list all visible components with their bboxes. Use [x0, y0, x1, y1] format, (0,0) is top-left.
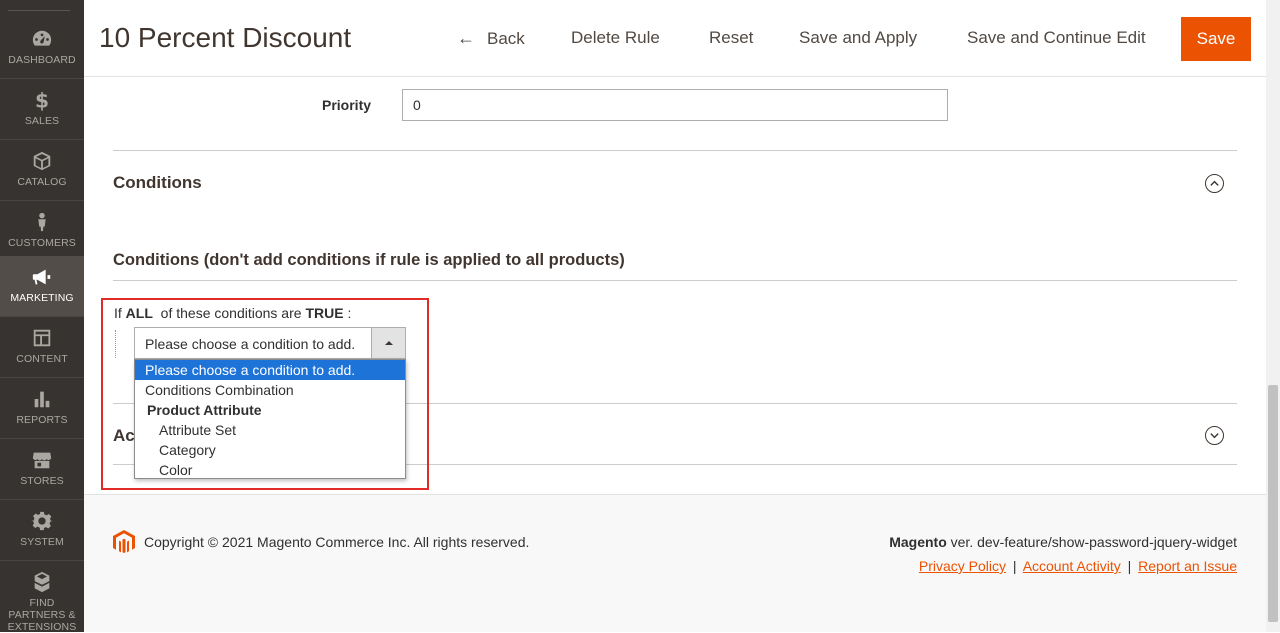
megaphone-icon [31, 266, 53, 288]
section-divider [113, 280, 1237, 281]
magento-logo-icon [113, 530, 135, 553]
back-button-label: Back [487, 28, 525, 48]
nav-label: CUSTOMERS [8, 237, 76, 249]
nav-label: CATALOG [17, 176, 67, 188]
gear-icon [31, 510, 53, 532]
dollar-icon: $ [31, 89, 53, 111]
nav-label: MARKETING [10, 292, 74, 304]
conditions-heading: Conditions (don't add conditions if rule… [113, 251, 625, 269]
nav-stores[interactable]: STORES [0, 439, 84, 500]
svg-text:$: $ [35, 89, 49, 111]
cube-icon [31, 150, 53, 172]
condition-option[interactable]: Color [135, 460, 405, 480]
arrow-left-icon: ← [457, 28, 475, 48]
nav-reports[interactable]: REPORTS [0, 378, 84, 439]
admin-sidebar: DASHBOARD $ SALES CATALOG CUSTOMERS MARK… [0, 0, 84, 633]
nav-marketing[interactable]: MARKETING [0, 256, 84, 317]
nav-label: SALES [24, 115, 60, 127]
version-text: Magento ver. dev-feature/show-password-j… [889, 534, 1237, 550]
layout-icon [31, 327, 53, 349]
nav-system[interactable]: SYSTEM [0, 500, 84, 561]
nav-catalog[interactable]: CATALOG [0, 140, 84, 201]
section-divider [113, 150, 1237, 151]
nav-label: STORES [20, 475, 64, 487]
priority-input[interactable] [402, 89, 948, 121]
condition-option[interactable]: Category [135, 440, 405, 460]
save-and-continue-button[interactable]: Save and Continue Edit [967, 28, 1146, 48]
nav-label: SYSTEM [20, 536, 64, 548]
page-header: 10 Percent Discount ← Back Delete Rule R… [84, 0, 1266, 77]
brand-name: Magento [889, 534, 947, 550]
footer-links: Privacy Policy | Account Activity | Repo… [919, 558, 1237, 574]
page-footer: Copyright © 2021 Magento Commerce Inc. A… [84, 494, 1266, 632]
scrollbar-thumb[interactable] [1268, 385, 1278, 622]
nav-label: CONTENT [16, 353, 68, 365]
copyright-text: Copyright © 2021 Magento Commerce Inc. A… [144, 534, 530, 550]
condition-option[interactable]: Please choose a condition to add. [135, 360, 405, 380]
person-icon [31, 211, 53, 233]
page-title: 10 Percent Discount [99, 22, 352, 53]
nav-customers[interactable]: CUSTOMERS [0, 201, 84, 262]
save-and-apply-button[interactable]: Save and Apply [799, 28, 917, 48]
link-separator: | [1127, 558, 1132, 574]
condition-option[interactable]: Conditions Combination [135, 380, 405, 400]
bar-chart-icon [31, 388, 53, 410]
save-button[interactable]: Save [1181, 17, 1251, 61]
condition-option[interactable]: Attribute Set [135, 420, 405, 440]
delete-rule-button[interactable]: Delete Rule [571, 28, 660, 48]
reset-button[interactable]: Reset [709, 28, 753, 48]
priority-label: Priority [322, 97, 372, 113]
dashboard-icon [31, 28, 53, 50]
store-icon [31, 449, 53, 471]
chevron-down-icon[interactable] [1205, 426, 1224, 445]
account-activity-link[interactable]: Account Activity [1023, 558, 1121, 574]
boxes-icon [31, 571, 53, 593]
nav-label: DASHBOARD [8, 54, 76, 66]
version-string: ver. dev-feature/show-password-jquery-wi… [946, 534, 1237, 550]
link-separator: | [1012, 558, 1017, 574]
back-button[interactable]: ← Back [457, 28, 525, 49]
condition-dropdown: Please choose a condition to add. Condit… [134, 359, 406, 479]
sidebar-divider [8, 10, 70, 11]
nav-find-partners[interactable]: FIND PARTNERS & EXTENSIONS [0, 561, 84, 633]
privacy-policy-link[interactable]: Privacy Policy [919, 558, 1006, 574]
chevron-up-icon[interactable] [1205, 174, 1224, 193]
nav-label: REPORTS [16, 414, 68, 426]
report-issue-link[interactable]: Report an Issue [1138, 558, 1237, 574]
nav-sales[interactable]: $ SALES [0, 79, 84, 140]
nav-dashboard[interactable]: DASHBOARD [0, 18, 84, 79]
condition-option-group: Product Attribute [147, 402, 262, 418]
nav-content[interactable]: CONTENT [0, 317, 84, 378]
conditions-section-title[interactable]: Conditions [113, 173, 202, 193]
nav-label: FIND PARTNERS & EXTENSIONS [7, 597, 77, 633]
